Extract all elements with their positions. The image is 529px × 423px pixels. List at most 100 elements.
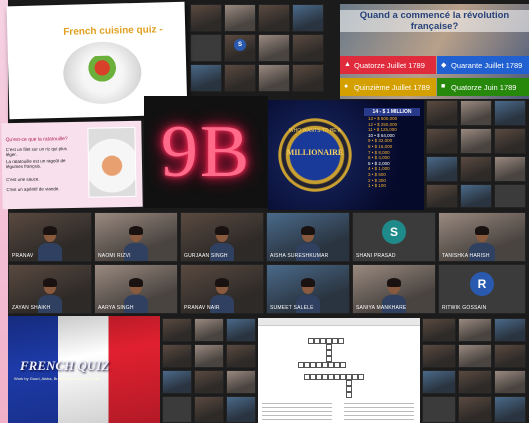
participant-tile[interactable]: AARYA SINGH bbox=[94, 264, 178, 314]
participant-name: AISHA SURESHKUMAR bbox=[270, 253, 329, 259]
video-tile[interactable] bbox=[494, 128, 526, 154]
video-tile[interactable] bbox=[190, 4, 222, 32]
video-tile[interactable] bbox=[426, 128, 458, 154]
video-tile[interactable] bbox=[194, 396, 224, 423]
answer-option[interactable]: ▲ Quatorze Juillet 1789 bbox=[340, 56, 436, 74]
slide-title: French cuisine quiz - bbox=[63, 24, 163, 38]
video-tile[interactable] bbox=[426, 184, 458, 208]
participant-name: PRANAV NAIR bbox=[184, 305, 220, 311]
video-tile[interactable] bbox=[494, 184, 526, 208]
video-tile[interactable] bbox=[494, 156, 526, 182]
video-tile[interactable] bbox=[458, 396, 492, 423]
answer-label: Quinzième Juillet 1789 bbox=[354, 82, 430, 92]
video-tile[interactable] bbox=[426, 156, 458, 182]
video-tile[interactable] bbox=[292, 34, 324, 62]
video-tile[interactable] bbox=[190, 34, 222, 62]
participant-tile[interactable]: R RITWIK GOSSAIN bbox=[438, 264, 526, 314]
answer-option[interactable]: ● Quinzième Juillet 1789 bbox=[340, 78, 436, 96]
video-tile[interactable] bbox=[224, 4, 256, 32]
video-tile[interactable] bbox=[426, 100, 458, 126]
video-tile[interactable] bbox=[458, 318, 492, 342]
class-neon-sign: 9B bbox=[144, 96, 268, 208]
ratatouille-slide: Qu'est-ce que la ratatouille? C'est un f… bbox=[1, 120, 143, 210]
video-tile[interactable] bbox=[162, 344, 192, 368]
video-tile[interactable] bbox=[224, 64, 256, 92]
participant-tile[interactable]: SANIYA MANKHARE bbox=[352, 264, 436, 314]
video-tile[interactable] bbox=[226, 344, 256, 368]
participant-tile[interactable]: GURJAAN SINGH bbox=[180, 212, 264, 262]
participant-tile[interactable]: NAOMI RIZVI bbox=[94, 212, 178, 262]
video-tile[interactable] bbox=[292, 4, 324, 32]
avatar: S bbox=[382, 220, 406, 245]
participant-name: SHANI PRASAD bbox=[356, 253, 396, 259]
participant-name: TANISHKA HARISH bbox=[442, 253, 490, 259]
slide-subtitle: Work by Gouri, Aisha, Brahmi, Pranav and… bbox=[14, 376, 100, 381]
clue-list bbox=[262, 400, 332, 420]
crossword-cell[interactable] bbox=[358, 374, 364, 380]
answer-option[interactable]: ◆ Quarante Juillet 1789 bbox=[437, 56, 529, 74]
video-tile[interactable] bbox=[460, 100, 492, 126]
video-tile[interactable] bbox=[194, 344, 224, 368]
video-tile[interactable] bbox=[422, 344, 456, 368]
video-tile[interactable] bbox=[494, 100, 526, 126]
video-tile[interactable] bbox=[162, 370, 192, 394]
video-tile[interactable] bbox=[190, 64, 222, 92]
participant-tile[interactable]: TANISHKA HARISH bbox=[438, 212, 526, 262]
crossword-cell[interactable] bbox=[340, 362, 346, 368]
video-tile[interactable] bbox=[460, 184, 492, 208]
slide-title: FRENCH QUIZ bbox=[20, 358, 110, 373]
video-tile[interactable] bbox=[422, 318, 456, 342]
crossword-sheet bbox=[258, 318, 420, 423]
participant-tile[interactable]: S SHANI PRASAD bbox=[352, 212, 436, 262]
video-tile[interactable] bbox=[258, 64, 290, 92]
logo-top-text: WHO WANTS TO BE A bbox=[288, 128, 342, 134]
participant-tile[interactable]: SUMEET SALELE bbox=[266, 264, 350, 314]
video-tile[interactable] bbox=[458, 370, 492, 394]
participant-tile[interactable]: PRANAV NAIR bbox=[180, 264, 264, 314]
video-tile[interactable] bbox=[422, 370, 456, 394]
crossword-cell[interactable] bbox=[346, 392, 352, 398]
video-tile[interactable] bbox=[292, 64, 324, 92]
slide-text: C'est une sauce. bbox=[6, 176, 40, 183]
video-tile[interactable] bbox=[494, 396, 526, 423]
participant-tile[interactable]: ZAYAN SHAIKH bbox=[8, 264, 92, 314]
participant-tile[interactable]: AISHA SURESHKUMAR bbox=[266, 212, 350, 262]
ladder-rung: 1 • $ 100 bbox=[368, 183, 386, 189]
crossword-cell[interactable] bbox=[338, 338, 344, 344]
french-quiz-flag-slide: FRENCH QUIZ Work by Gouri, Aisha, Brahmi… bbox=[8, 316, 160, 423]
slide-text: La ratatouille est un ragoût de légumes … bbox=[5, 158, 66, 170]
video-tile[interactable] bbox=[494, 318, 526, 342]
money-ladder: 14 - $ 1 MILLION 13 • $ 500,000 12 • $ 2… bbox=[364, 108, 420, 189]
video-tile[interactable] bbox=[460, 156, 492, 182]
video-tile[interactable] bbox=[460, 128, 492, 154]
video-tile[interactable] bbox=[162, 396, 192, 423]
participant-name: ZAYAN SHAIKH bbox=[12, 305, 51, 311]
participant-name: SANIYA MANKHARE bbox=[356, 305, 407, 311]
avatar: S bbox=[234, 39, 246, 52]
video-tile[interactable] bbox=[422, 396, 456, 423]
video-tile[interactable] bbox=[258, 4, 290, 32]
slide-text: C'est un filet sur un riz qui plus léger… bbox=[5, 146, 67, 158]
dish-image bbox=[87, 126, 137, 198]
triangle-icon: ▲ bbox=[344, 61, 351, 68]
video-tile[interactable] bbox=[258, 34, 290, 62]
video-tile[interactable] bbox=[494, 344, 526, 368]
video-tile[interactable] bbox=[494, 370, 526, 394]
video-tile[interactable] bbox=[162, 318, 192, 342]
participant-tile[interactable]: PRANAV bbox=[8, 212, 92, 262]
food-plate-image bbox=[62, 40, 143, 105]
video-tile[interactable] bbox=[226, 370, 256, 394]
toolbar bbox=[258, 318, 420, 326]
video-tile[interactable]: S bbox=[224, 34, 256, 62]
avatar: R bbox=[470, 272, 494, 297]
video-tile[interactable] bbox=[194, 370, 224, 394]
video-tile[interactable] bbox=[194, 318, 224, 342]
video-tile[interactable] bbox=[458, 344, 492, 368]
answer-option[interactable]: ■ Quatorze Juin 1789 bbox=[437, 78, 529, 96]
slide-text: C'est un apéritif de viande. bbox=[6, 186, 60, 193]
answer-label: Quatorze Juillet 1789 bbox=[354, 60, 425, 70]
background-edge bbox=[0, 0, 8, 423]
video-tile[interactable] bbox=[226, 318, 256, 342]
video-tile[interactable] bbox=[226, 396, 256, 423]
participant-name: AARYA SINGH bbox=[98, 305, 134, 311]
